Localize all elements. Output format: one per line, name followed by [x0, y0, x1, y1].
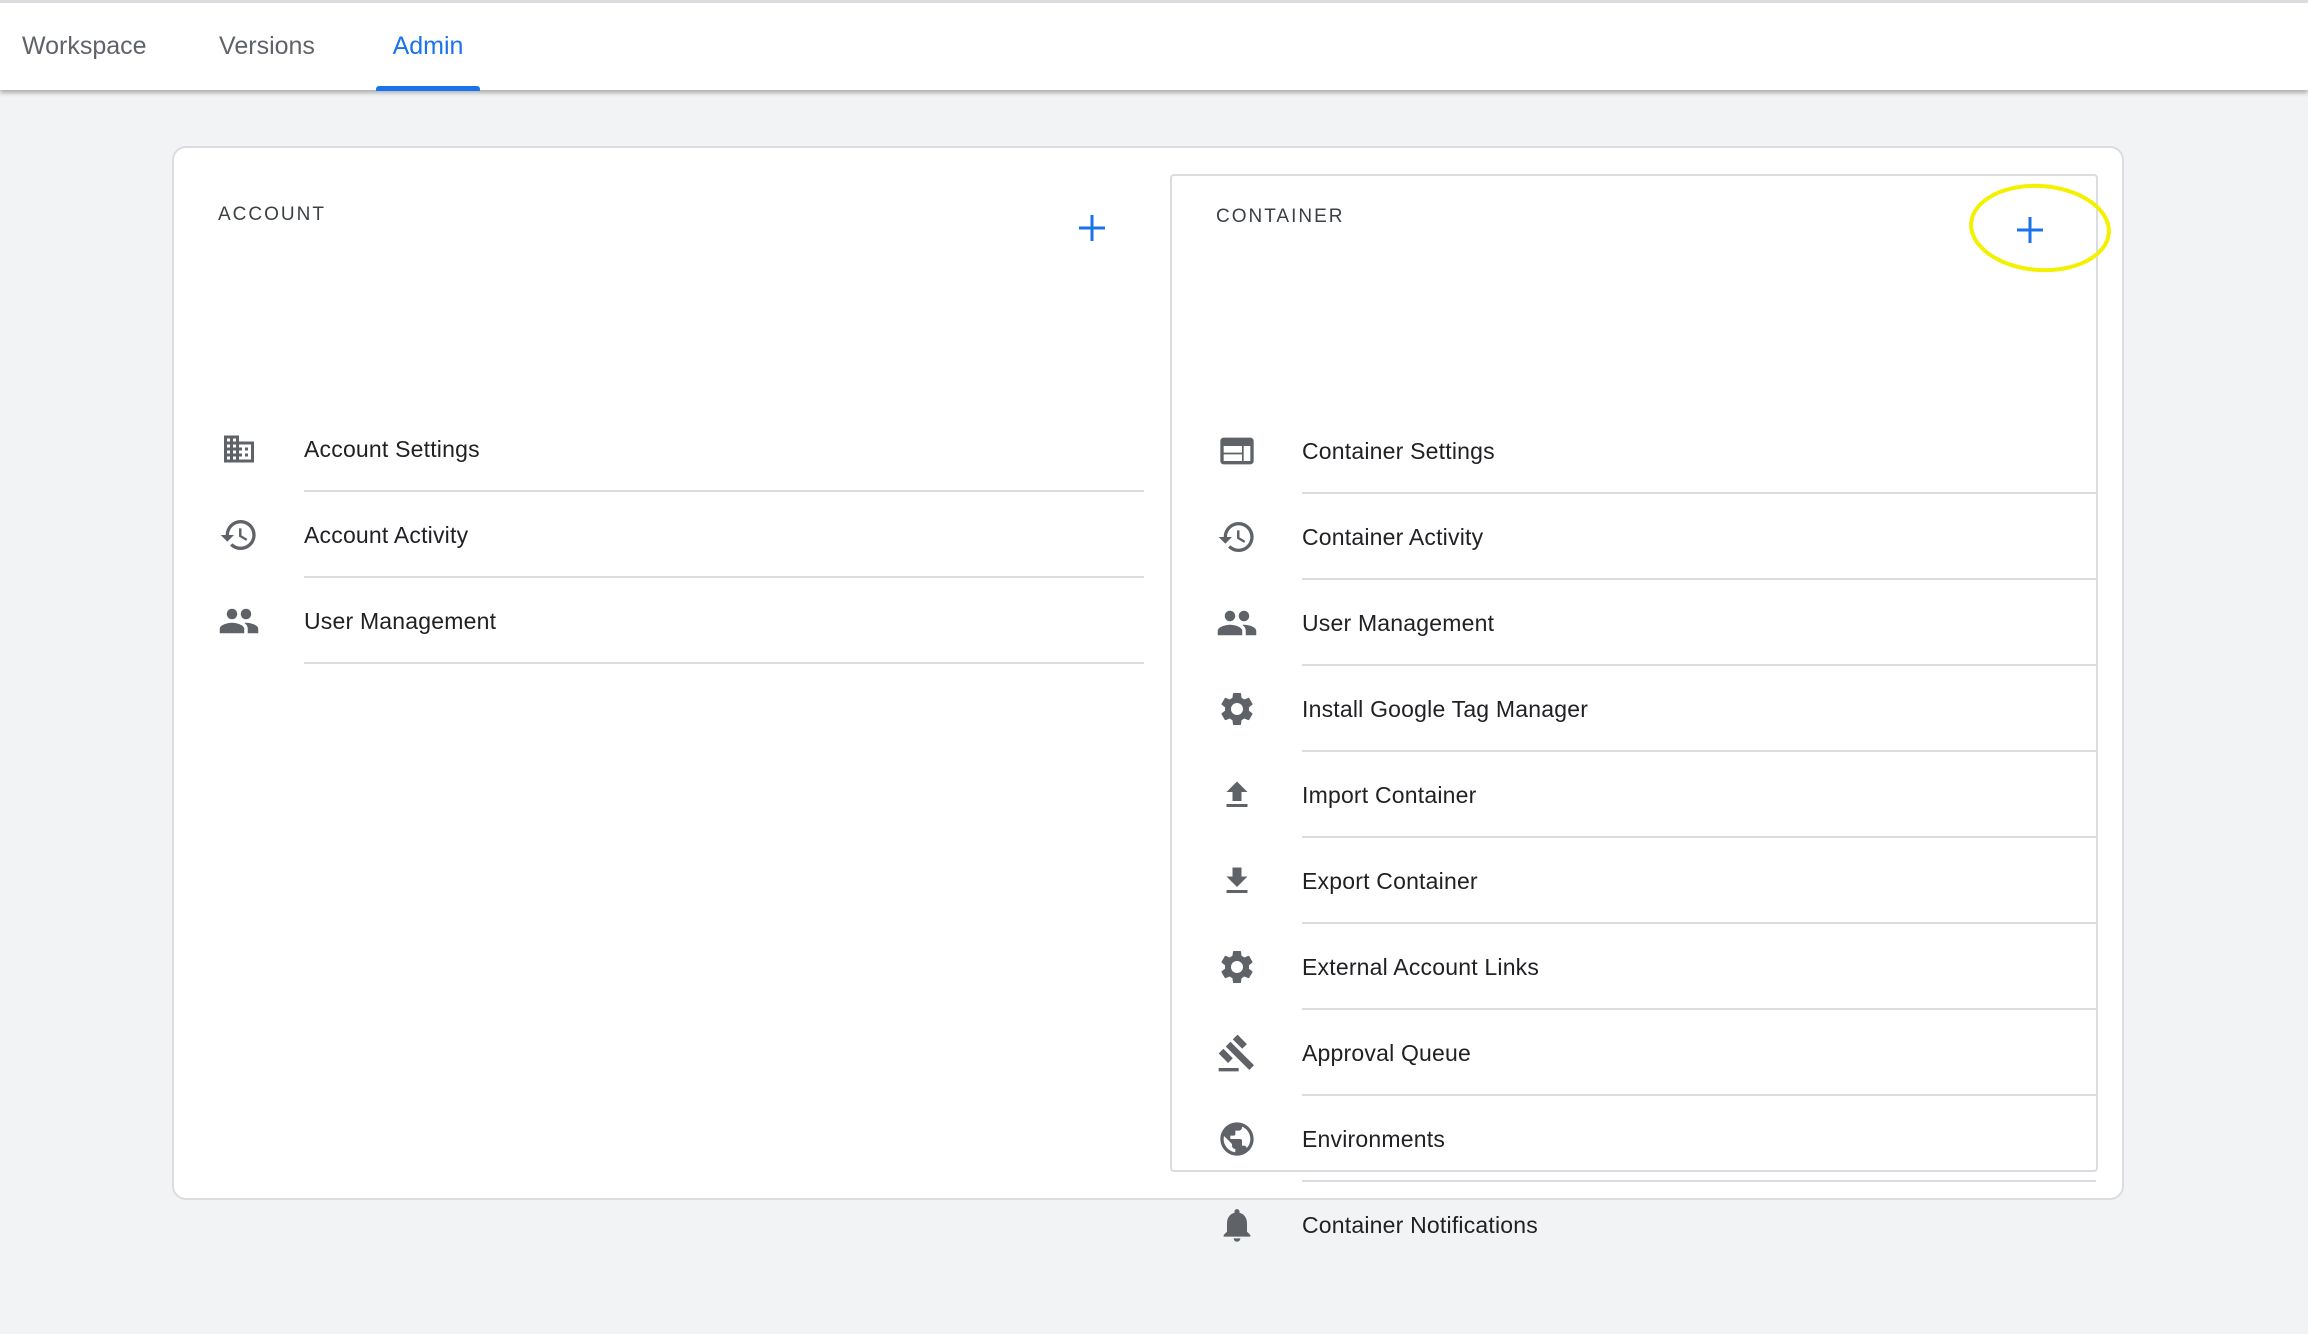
gear-icon — [1216, 688, 1258, 730]
globe-icon — [1216, 1118, 1258, 1160]
external-account-links-item[interactable]: External Account Links — [1172, 924, 2096, 1010]
gavel-icon — [1216, 1032, 1258, 1074]
building-icon — [218, 428, 260, 470]
container-user-management-label: User Management — [1302, 610, 1495, 636]
people-icon — [1216, 602, 1258, 644]
export-container-label: Export Container — [1302, 868, 1478, 894]
container-column: CONTAINER Container Settings Container A… — [1170, 174, 2098, 1242]
import-container-label: Import Container — [1302, 782, 1477, 808]
add-account-button[interactable] — [1064, 200, 1120, 256]
container-settings-item[interactable]: Container Settings — [1172, 408, 2096, 494]
account-user-management-label: User Management — [304, 608, 497, 634]
people-icon — [218, 600, 260, 642]
container-column-title: CONTAINER — [1216, 206, 1345, 227]
web-window-icon — [1216, 430, 1258, 472]
container-menu-list: Container Settings Container Activity Us… — [1172, 408, 2096, 1268]
container-user-management-item[interactable]: User Management — [1172, 580, 2096, 666]
account-settings-label: Account Settings — [304, 436, 480, 462]
environments-label: Environments — [1302, 1126, 1446, 1152]
upload-icon — [1216, 774, 1258, 816]
account-activity-item[interactable]: Account Activity — [174, 492, 1144, 578]
container-activity-label: Container Activity — [1302, 524, 1484, 550]
tab-versions-label: Versions — [219, 32, 315, 60]
container-notifications-label: Container Notifications — [1302, 1212, 1538, 1238]
container-settings-label: Container Settings — [1302, 438, 1495, 464]
tab-admin[interactable]: Admin — [376, 3, 480, 91]
tab-workspace-label: Workspace — [22, 32, 147, 60]
approval-queue-item[interactable]: Approval Queue — [1172, 1010, 2096, 1096]
download-icon — [1216, 860, 1258, 902]
account-column-title: ACCOUNT — [218, 204, 326, 225]
top-navigation-bar: Workspace Versions Admin — [0, 0, 2308, 91]
bell-icon — [1216, 1204, 1258, 1246]
account-activity-label: Account Activity — [304, 522, 469, 548]
admin-card: ACCOUNT Account Settings Account Activit… — [172, 146, 2124, 1242]
account-column: ACCOUNT Account Settings Account Activit… — [174, 148, 1174, 1198]
account-settings-item[interactable]: Account Settings — [174, 406, 1144, 492]
account-user-management-item[interactable]: User Management — [174, 578, 1144, 664]
external-account-links-label: External Account Links — [1302, 954, 1540, 980]
plus-icon — [1079, 215, 1105, 241]
install-gtm-item[interactable]: Install Google Tag Manager — [1172, 666, 2096, 752]
export-container-item[interactable]: Export Container — [1172, 838, 2096, 924]
tab-workspace[interactable]: Workspace — [22, 3, 157, 90]
account-menu-list: Account Settings Account Activity User M… — [174, 406, 1144, 664]
container-activity-item[interactable]: Container Activity — [1172, 494, 2096, 580]
container-notifications-item[interactable]: Container Notifications — [1172, 1182, 2096, 1268]
history-icon — [1216, 516, 1258, 558]
tab-versions[interactable]: Versions — [202, 3, 332, 90]
add-container-button[interactable] — [2002, 202, 2058, 258]
tab-admin-label: Admin — [392, 32, 464, 60]
install-gtm-label: Install Google Tag Manager — [1302, 696, 1589, 722]
history-icon — [218, 514, 260, 556]
gear-icon — [1216, 946, 1258, 988]
environments-item[interactable]: Environments — [1172, 1096, 2096, 1182]
approval-queue-label: Approval Queue — [1302, 1040, 1472, 1066]
plus-icon — [2017, 217, 2043, 243]
import-container-item[interactable]: Import Container — [1172, 752, 2096, 838]
